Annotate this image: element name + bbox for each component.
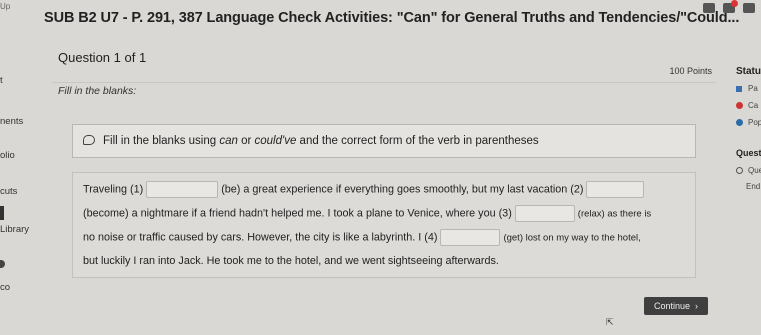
question-nav-item-0[interactable]: Que [736,166,761,175]
passage-line-1: Traveling (1) (be) a great experience if… [83,181,645,198]
sidebar-item-4[interactable]: Library [0,224,29,235]
status-row-2: Pop [736,118,761,127]
sidebar-item-1[interactable]: nents [0,116,23,127]
blank-input-4[interactable] [440,229,501,246]
instruction-or: or [237,135,255,147]
passage-text: (relax) as there is [577,208,652,220]
passage-line-4: but luckily I ran into Jack. He took me … [83,255,499,267]
instruction-can: can [219,135,238,147]
question-header: Question 1 of 1 [58,50,147,65]
status-row-label: Pa [748,84,758,93]
passage-text: (get) lost on my way to the hotel, [503,232,641,244]
blank-input-2[interactable] [586,181,645,198]
instruction-prefix: Fill in the blanks using [103,135,220,147]
x-circle-icon [736,102,743,110]
blank-input-3[interactable] [514,205,575,222]
instruction-box: Fill in the blanks using can or could've… [72,124,696,158]
instruction-could: could've [254,135,297,147]
left-sidebar: t nents olio cuts Library co [0,38,52,335]
sidebar-item-0[interactable]: t [0,75,3,86]
status-row-1: Ca [736,101,758,110]
status-row-label: Pop [748,118,761,127]
instruction-short: Fill in the blanks: [58,85,137,97]
divider [52,82,716,83]
sidebar-item-3[interactable]: cuts [0,186,17,197]
passage-box: Traveling (1) (be) a great experience if… [72,172,696,278]
status-row-0: Pa [736,84,758,93]
passage-line-2: (become) a nightmare if a friend hadn't … [83,205,651,222]
chevron-right-icon: › [695,301,699,311]
sidebar-active-marker [0,206,4,220]
question-nav-label: Que [748,166,761,175]
top-bar: Up SUB B2 U7 - P. 291, 387 Language Chec… [0,0,761,38]
status-title: Status [736,66,761,77]
status-row-label: Ca [748,101,759,110]
question-panel: Question 1 of 1 100 Points Fill in the b… [46,42,726,335]
status-panel: Status Pa Ca Pop Questi Que End [726,42,761,335]
passage-line-3: no noise or traffic caused by cars. Howe… [83,229,641,246]
mouse-cursor-icon: ⇱ [606,317,614,327]
sidebar-item-2[interactable]: olio [0,150,15,161]
square-icon [736,85,742,92]
info-circle-icon [736,119,743,127]
mail-icon[interactable] [703,3,715,13]
passage-text: (become) a nightmare if a friend hadn't … [83,207,512,220]
passage-text: no noise or traffic caused by cars. Howe… [83,231,438,244]
continue-button[interactable]: Continue › [644,297,708,315]
corner-label: Up [0,2,11,11]
sidebar-item-5[interactable]: co [0,282,10,293]
instruction-suffix: and the correct form of the verb in pare… [296,135,539,147]
menu-icon[interactable] [743,3,755,13]
questions-title: Questi [736,148,761,158]
radio-icon [736,167,743,175]
passage-text: (be) a great experience if everything go… [221,183,584,196]
question-nav-item-1[interactable]: End [746,182,760,191]
instruction-text: Fill in the blanks using can or could've… [103,135,539,147]
continue-label: Continue [653,301,691,311]
page-title: SUB B2 U7 - P. 291, 387 Language Check A… [44,10,740,26]
notification-icon[interactable] [723,0,738,13]
blank-input-1[interactable] [146,181,219,198]
sidebar-arrow-icon [0,260,5,268]
speech-bubble-icon [83,135,95,145]
points-label: 100 Points [669,66,712,76]
passage-text: Traveling (1) [83,183,144,196]
top-icons [703,0,755,13]
